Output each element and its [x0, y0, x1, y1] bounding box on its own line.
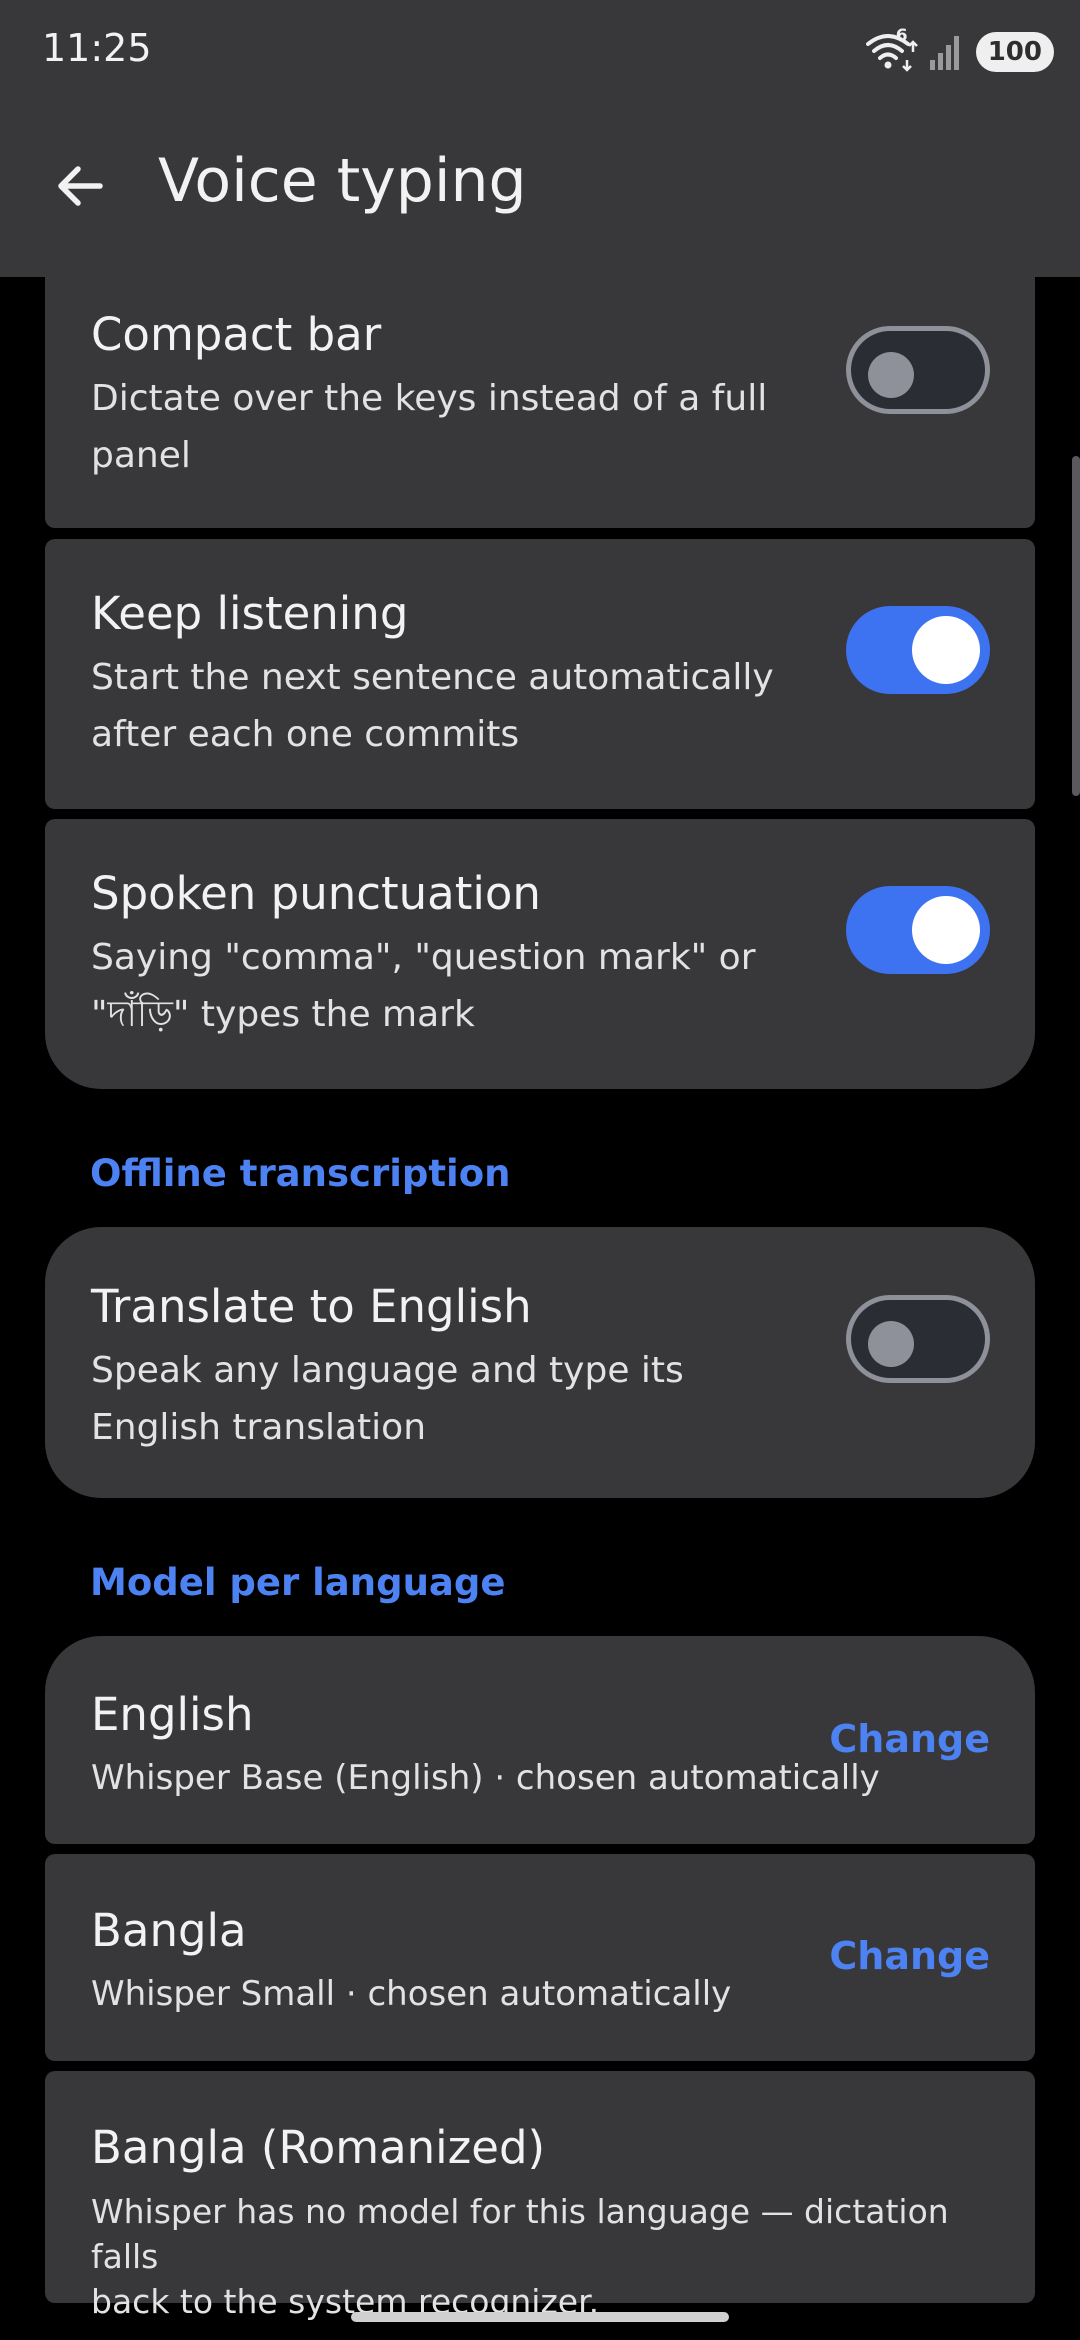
- setting-title: Keep listening: [91, 587, 409, 640]
- subtitle-line: "দাঁড়ি" types the mark: [91, 994, 475, 1035]
- setting-subtitle: Speak any language and type its English …: [91, 1342, 831, 1456]
- model-item-bangla-romanized: Bangla (Romanized) Whisper has no model …: [45, 2071, 1035, 2321]
- setting-translate-to-english[interactable]: Translate to English Speak any language …: [45, 1227, 1035, 1498]
- subtitle-line: panel: [91, 435, 191, 476]
- toggle-knob: [912, 896, 980, 964]
- subtitle-line: Whisper has no model for this language —…: [91, 2192, 949, 2276]
- toggle-knob: [868, 1321, 914, 1367]
- setting-compact-bar[interactable]: Compact bar Dictate over the keys instea…: [45, 268, 1035, 528]
- setting-title: Compact bar: [91, 308, 382, 361]
- setting-subtitle: Start the next sentence automatically af…: [91, 649, 831, 763]
- back-button[interactable]: [44, 150, 116, 222]
- subtitle-line: after each one commits: [91, 714, 520, 755]
- subtitle-line: Saying "comma", "question mark" or: [91, 937, 756, 978]
- section-header-model-per-language: Model per language: [90, 1561, 506, 1604]
- status-icons: 6 100: [865, 26, 1054, 74]
- subtitle-line: Start the next sentence automatically: [91, 657, 774, 698]
- compact-bar-toggle[interactable]: [846, 326, 990, 414]
- subtitle-line: Dictate over the keys instead of a full: [91, 378, 768, 419]
- page-title: Voice typing: [158, 146, 527, 216]
- battery-indicator: 100: [975, 32, 1054, 72]
- translate-to-english-toggle[interactable]: [846, 1295, 990, 1383]
- toggle-knob: [912, 616, 980, 684]
- status-time: 11:25: [42, 26, 152, 70]
- arrow-left-icon: [58, 166, 103, 206]
- home-indicator[interactable]: [351, 2312, 729, 2322]
- signal-icon: [928, 32, 966, 72]
- subtitle-line: English translation: [91, 1407, 427, 1448]
- setting-title: Spoken punctuation: [91, 867, 541, 920]
- setting-keep-listening[interactable]: Keep listening Start the next sentence a…: [45, 539, 1035, 809]
- setting-title: Translate to English: [91, 1280, 532, 1333]
- wifi-icon: 6: [865, 26, 918, 74]
- subtitle-line: Speak any language and type its: [91, 1350, 684, 1391]
- setting-subtitle: Dictate over the keys instead of a full …: [91, 370, 831, 484]
- setting-spoken-punctuation[interactable]: Spoken punctuation Saying "comma", "ques…: [45, 819, 1035, 1089]
- toggle-knob: [868, 352, 914, 398]
- wifi-badge: 6: [895, 26, 908, 46]
- spoken-punctuation-toggle[interactable]: [846, 886, 990, 974]
- model-language: Bangla (Romanized): [91, 2121, 546, 2174]
- model-description: Whisper Small · chosen automatically: [91, 1974, 732, 2014]
- section-header-offline-transcription: Offline transcription: [90, 1152, 511, 1195]
- keep-listening-toggle[interactable]: [846, 606, 990, 694]
- change-model-button-english[interactable]: Change: [829, 1717, 990, 1761]
- model-language: English: [91, 1688, 254, 1741]
- model-description: Whisper Base (English) · chosen automati…: [91, 1758, 880, 1798]
- model-language: Bangla: [91, 1904, 247, 1957]
- app-bar: 11:25 6 100 Voice typing: [0, 0, 1080, 277]
- change-model-button-bangla[interactable]: Change: [829, 1934, 990, 1978]
- setting-subtitle: Saying "comma", "question mark" or "দাঁড…: [91, 929, 831, 1043]
- scrollbar[interactable]: [1072, 456, 1080, 796]
- settings-list: Compact bar Dictate over the keys instea…: [0, 0, 1080, 2340]
- model-description: Whisper has no model for this language —…: [91, 2189, 1021, 2324]
